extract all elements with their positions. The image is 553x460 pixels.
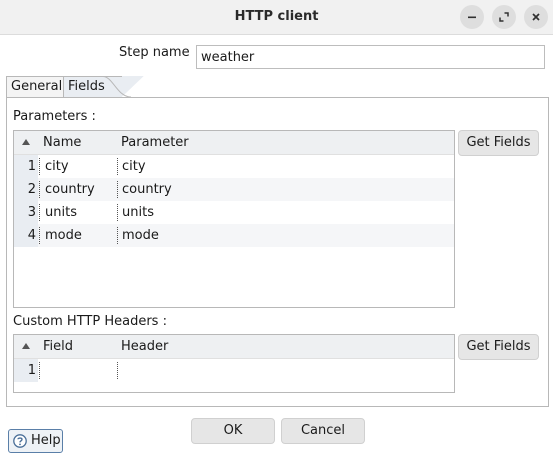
minimize-button[interactable] xyxy=(460,5,484,29)
ok-button[interactable]: OK xyxy=(191,418,275,444)
row-number: 3 xyxy=(14,201,38,224)
table-row[interactable]: 1 city city xyxy=(14,155,454,178)
column-header-name[interactable]: Name xyxy=(43,135,81,150)
table-row[interactable]: 3 units units xyxy=(14,201,454,224)
close-button[interactable] xyxy=(524,5,548,29)
column-header-header[interactable]: Header xyxy=(121,339,168,354)
cell-divider xyxy=(39,181,40,198)
sort-ascending-icon[interactable] xyxy=(22,139,30,145)
cell-divider xyxy=(117,227,118,244)
parameter-cell[interactable]: units xyxy=(122,201,154,224)
cell-divider xyxy=(117,158,118,175)
row-number: 1 xyxy=(14,155,38,178)
minimize-icon xyxy=(467,12,477,22)
name-cell[interactable]: mode xyxy=(45,224,82,247)
parameters-table-header: Name Parameter xyxy=(14,131,454,155)
maximize-button[interactable] xyxy=(492,5,516,29)
cell-divider xyxy=(39,204,40,221)
maximize-icon xyxy=(499,12,509,22)
row-number: 1 xyxy=(14,359,38,382)
headers-table: Field Header 1 xyxy=(13,334,455,393)
tab-general[interactable]: General xyxy=(6,76,68,97)
row-number: 4 xyxy=(14,224,38,247)
name-cell[interactable]: country xyxy=(45,178,95,201)
help-label: Help xyxy=(31,433,61,448)
sort-ascending-icon[interactable] xyxy=(22,343,30,349)
table-row[interactable]: 4 mode mode xyxy=(14,224,454,247)
name-cell[interactable]: units xyxy=(45,201,77,224)
parameters-table: Name Parameter 1 city city 2 country cou… xyxy=(13,130,455,308)
parameter-cell[interactable]: mode xyxy=(122,224,159,247)
get-fields-button-headers[interactable]: Get Fields xyxy=(458,334,539,360)
parameters-label: Parameters : xyxy=(13,109,96,124)
tab-edge xyxy=(103,76,132,98)
help-button[interactable]: Help xyxy=(8,429,63,453)
title-bar: HTTP client xyxy=(0,0,553,35)
row-number: 2 xyxy=(14,178,38,201)
cell-divider xyxy=(117,181,118,198)
get-fields-button-parameters[interactable]: Get Fields xyxy=(458,130,539,156)
parameter-cell[interactable]: city xyxy=(122,155,146,178)
parameter-cell[interactable]: country xyxy=(122,178,172,201)
cancel-button[interactable]: Cancel xyxy=(281,418,365,444)
cell-divider xyxy=(39,227,40,244)
step-name-label: Step name xyxy=(119,45,190,60)
cell-divider xyxy=(117,362,118,379)
cell-divider xyxy=(117,204,118,221)
table-row[interactable]: 2 country country xyxy=(14,178,454,201)
column-header-field[interactable]: Field xyxy=(43,339,73,354)
custom-headers-label: Custom HTTP Headers : xyxy=(13,314,167,329)
name-cell[interactable]: city xyxy=(45,155,69,178)
headers-table-header: Field Header xyxy=(14,335,454,359)
cell-divider xyxy=(39,362,40,379)
help-icon xyxy=(13,434,27,448)
column-header-parameter[interactable]: Parameter xyxy=(121,135,189,150)
close-icon xyxy=(531,12,541,22)
table-row[interactable]: 1 xyxy=(14,359,454,382)
cell-divider xyxy=(39,158,40,175)
step-name-input[interactable] xyxy=(196,45,545,69)
